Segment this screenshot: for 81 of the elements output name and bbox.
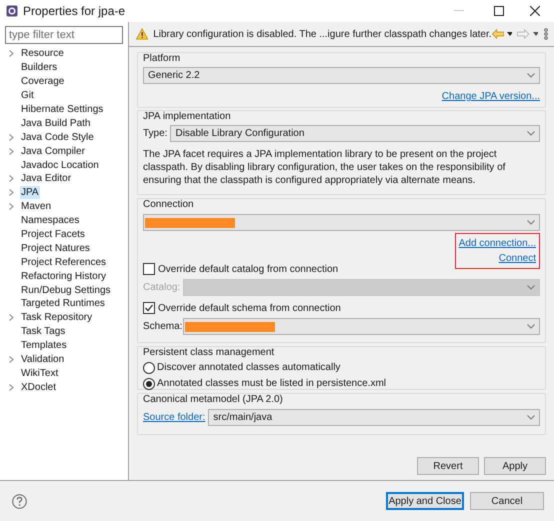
help-icon[interactable] (12, 494, 27, 508)
message-text: Library configuration is disabled. The ...igure further classpath changes later. (153, 28, 492, 42)
radio-label: Annotated classes must be listed in persistence.xml (157, 377, 386, 391)
schema-label: Schema: (143, 320, 183, 334)
expand-chevron-icon[interactable] (9, 148, 14, 155)
page-action-button[interactable]: Apply (484, 457, 546, 475)
tree-item[interactable]: Templates (20, 339, 68, 352)
group-label: Persistent class management (143, 346, 276, 360)
radio-label: Discover annotated classes automatically (157, 361, 340, 375)
filter-field[interactable]: type filter text (5, 26, 123, 44)
group-label: Canonical metamodel (JPA 2.0) (143, 393, 284, 407)
radio-button[interactable] (143, 362, 155, 374)
close-icon[interactable] (530, 6, 540, 16)
dropdown-caret-icon (527, 131, 535, 136)
checkbox-label: Override default schema from connection (158, 302, 341, 316)
tree-item[interactable]: XDoclet (20, 380, 58, 394)
app-icon (6, 5, 18, 17)
tree-item[interactable]: Java Editor (20, 172, 72, 186)
tree-item[interactable]: Builders (20, 61, 58, 74)
tree-item[interactable]: WikiText (20, 366, 60, 380)
warning-icon (136, 28, 148, 40)
connection-link[interactable]: Connect (498, 251, 536, 266)
dropdown[interactable]: Generic 2.2 (143, 67, 540, 84)
tree-item[interactable]: Project Facets (20, 228, 86, 242)
tree-item[interactable]: JPA (20, 186, 40, 200)
checkbox[interactable] (143, 302, 155, 314)
maximize-icon[interactable] (494, 6, 504, 16)
tree-item[interactable]: Run/Debug Settings (20, 284, 112, 297)
radio-button[interactable] (143, 378, 155, 390)
tree-item[interactable]: Task Repository (20, 311, 94, 324)
dropdown-caret-icon[interactable] (532, 32, 538, 36)
page-action-button[interactable]: Revert (417, 457, 479, 475)
dropdown[interactable]: src/main/java (208, 409, 540, 426)
connection-link[interactable]: Add connection... (458, 236, 536, 251)
tree-item[interactable]: Task Tags (20, 325, 66, 338)
dropdown-caret-icon (527, 415, 535, 420)
checkbox-label: Override default catalog from connection (158, 262, 338, 276)
tree-item[interactable]: Project References (20, 256, 108, 269)
tree-item[interactable]: Hibernate Settings (20, 103, 104, 116)
tree-item[interactable]: Resource (20, 47, 65, 60)
expand-chevron-icon[interactable] (9, 175, 14, 182)
expand-chevron-icon[interactable] (9, 384, 14, 391)
tree-item[interactable]: Namespaces (20, 214, 80, 228)
expand-chevron-icon[interactable] (9, 134, 14, 141)
group-label: JPA implementation (143, 110, 232, 124)
source-folder-link[interactable]: Source folder: (143, 410, 206, 425)
expand-chevron-icon[interactable] (9, 356, 14, 364)
dropdown-caret-icon (527, 285, 535, 290)
window-title: Properties for jpa-e (23, 3, 126, 20)
description-text: The JPA facet requires a JPA implementation library to be present on the project classpath. By disabling library configuration, the user takes on the responsibility of ensuring that the classpath is configured appropriately via alternate means. (143, 148, 506, 187)
dropdown-caret-icon (527, 73, 535, 78)
dropdown-caret-icon[interactable] (506, 32, 512, 36)
tree-item[interactable]: Project Natures (20, 242, 91, 255)
checkbox[interactable] (143, 263, 155, 275)
group-label: Connection (143, 198, 195, 212)
tree-item[interactable]: Targeted Runtimes (20, 297, 106, 310)
tree-item[interactable]: Java Code Style (20, 130, 95, 144)
tree-item[interactable]: Validation (20, 353, 66, 366)
dialog-button[interactable]: Apply and Close (386, 492, 464, 510)
tree-item[interactable]: Git (20, 89, 35, 102)
group-label: Platform (143, 52, 182, 66)
tree-item[interactable]: Coverage (20, 75, 66, 88)
expand-chevron-icon[interactable] (9, 203, 14, 210)
expand-chevron-icon[interactable] (9, 314, 14, 322)
dropdown[interactable]: Disable Library Configuration (170, 125, 540, 142)
expand-chevron-icon[interactable] (9, 189, 14, 196)
tree-item[interactable]: Refactoring History (20, 270, 108, 283)
tree-item[interactable]: Javadoc Location (20, 158, 100, 172)
tree-item[interactable]: Java Build Path (20, 116, 92, 130)
dialog-button[interactable]: Cancel (470, 492, 544, 510)
tree-item[interactable]: Java Compiler (20, 144, 86, 158)
dropdown-caret-icon (527, 324, 535, 329)
dropdown-caret-icon (527, 220, 535, 225)
tree-item[interactable]: Maven (20, 200, 52, 214)
type-label: Type: (143, 127, 168, 141)
expand-chevron-icon[interactable] (9, 50, 14, 58)
change-version-link[interactable]: Change JPA version... (442, 90, 540, 104)
dropdown[interactable] (143, 214, 540, 231)
more-options-icon[interactable] (544, 28, 548, 40)
catalog-label: Catalog: (143, 281, 182, 295)
dropdown[interactable] (183, 318, 540, 335)
